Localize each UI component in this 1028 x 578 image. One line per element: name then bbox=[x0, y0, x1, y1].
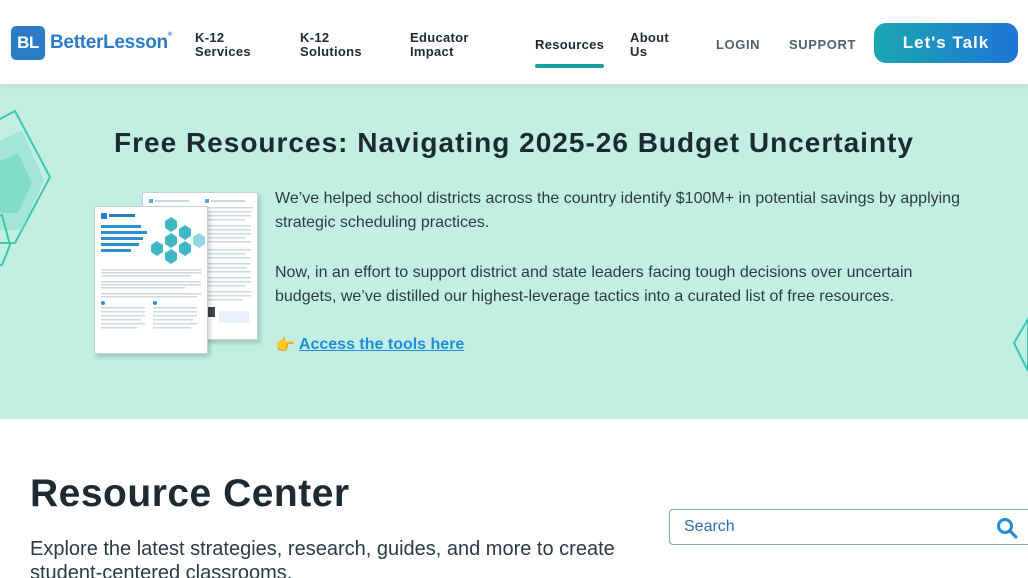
budget-banner: Free Resources: Navigating 2025-26 Budge… bbox=[0, 85, 1028, 419]
banner-link-row: 👉 Access the tools here bbox=[275, 335, 464, 355]
search-button[interactable] bbox=[996, 517, 1018, 539]
nav-about-us[interactable]: About Us bbox=[630, 31, 685, 59]
banner-title: Free Resources: Navigating 2025-26 Budge… bbox=[114, 127, 914, 158]
nav-resources[interactable]: Resources bbox=[535, 38, 605, 68]
banner-paragraph-2: Now, in an effort to support district an… bbox=[275, 264, 913, 305]
flyer-thumbnail bbox=[94, 192, 264, 357]
hexagon-decoration-right bbox=[1012, 317, 1028, 372]
access-tools-link[interactable]: Access the tools here bbox=[299, 336, 464, 354]
site-header: BL BetterLesson® K-12 Services K-12 Solu… bbox=[0, 0, 1028, 85]
search-input[interactable] bbox=[684, 516, 984, 538]
support-link[interactable]: SUPPORT bbox=[789, 37, 856, 52]
logo-mark: BL bbox=[11, 26, 45, 60]
lets-talk-button[interactable]: Let's Talk bbox=[874, 23, 1018, 63]
resource-center-title: Resource Center bbox=[30, 472, 350, 515]
flyer-front-page bbox=[94, 206, 208, 354]
betterlesson-logo[interactable]: BL BetterLesson® bbox=[11, 26, 172, 60]
banner-paragraph-1: We’ve helped school districts across the… bbox=[275, 190, 960, 231]
nav-k12-solutions[interactable]: K-12 Solutions bbox=[300, 31, 380, 59]
search-box bbox=[669, 509, 1028, 545]
nav-educator-impact[interactable]: Educator Impact bbox=[410, 31, 490, 59]
search-icon bbox=[997, 518, 1018, 539]
login-link[interactable]: LOGIN bbox=[716, 37, 760, 52]
resource-center-subtitle: Explore the latest strategies, research,… bbox=[30, 538, 615, 578]
logo-wordmark: BetterLesson® bbox=[50, 32, 172, 53]
nav-k12-services[interactable]: K-12 Services bbox=[195, 31, 275, 59]
pointing-hand-icon: 👉 bbox=[275, 337, 295, 354]
